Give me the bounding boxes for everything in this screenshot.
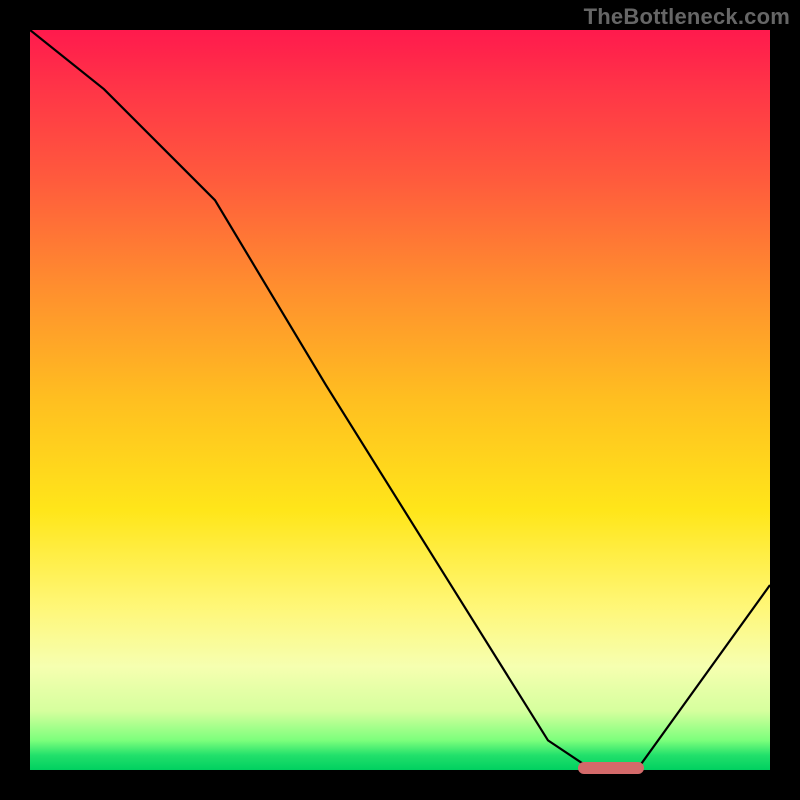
bottleneck-curve-svg — [30, 30, 770, 770]
chart-canvas: TheBottleneck.com — [0, 0, 800, 800]
optimal-range-marker — [578, 762, 645, 774]
bottleneck-curve — [30, 30, 770, 770]
watermark-text: TheBottleneck.com — [584, 4, 790, 30]
